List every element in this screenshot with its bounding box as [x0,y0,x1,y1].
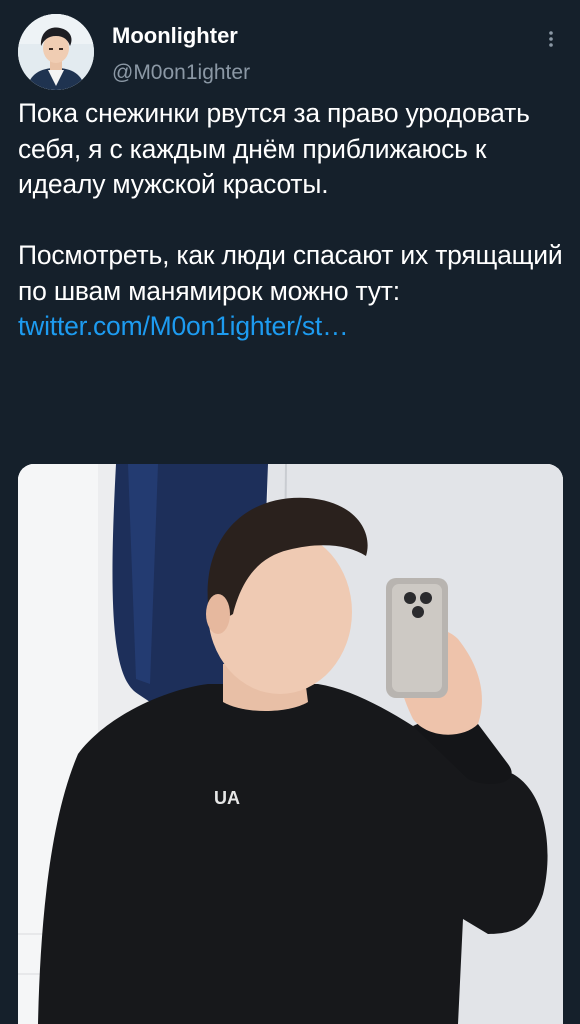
avatar[interactable] [18,14,94,90]
tweet[interactable]: Moonlighter @M0on1ighter Пока снежинки р… [0,0,580,1024]
profile-avatar-icon [18,14,94,90]
tweet-link[interactable]: twitter.com/M0on1ighter/st… [18,311,349,341]
selfie-photo-icon: UA [18,464,563,1024]
vertical-ellipsis-icon [549,31,553,47]
tweet-media-photo[interactable]: UA [18,464,563,1024]
tweet-text: Пока снежинки рвутся за право уродовать … [18,96,566,345]
shirt-logo: UA [214,788,240,808]
author-name[interactable]: Moonlighter [112,22,238,50]
tweet-text-paragraph-2: Посмотреть, как люди спасают их трящащий… [18,240,563,306]
author-handle[interactable]: @M0on1ighter [112,60,250,86]
more-options-button[interactable] [536,24,566,54]
tweet-text-paragraph-1: Пока снежинки рвутся за право уродовать … [18,98,530,199]
